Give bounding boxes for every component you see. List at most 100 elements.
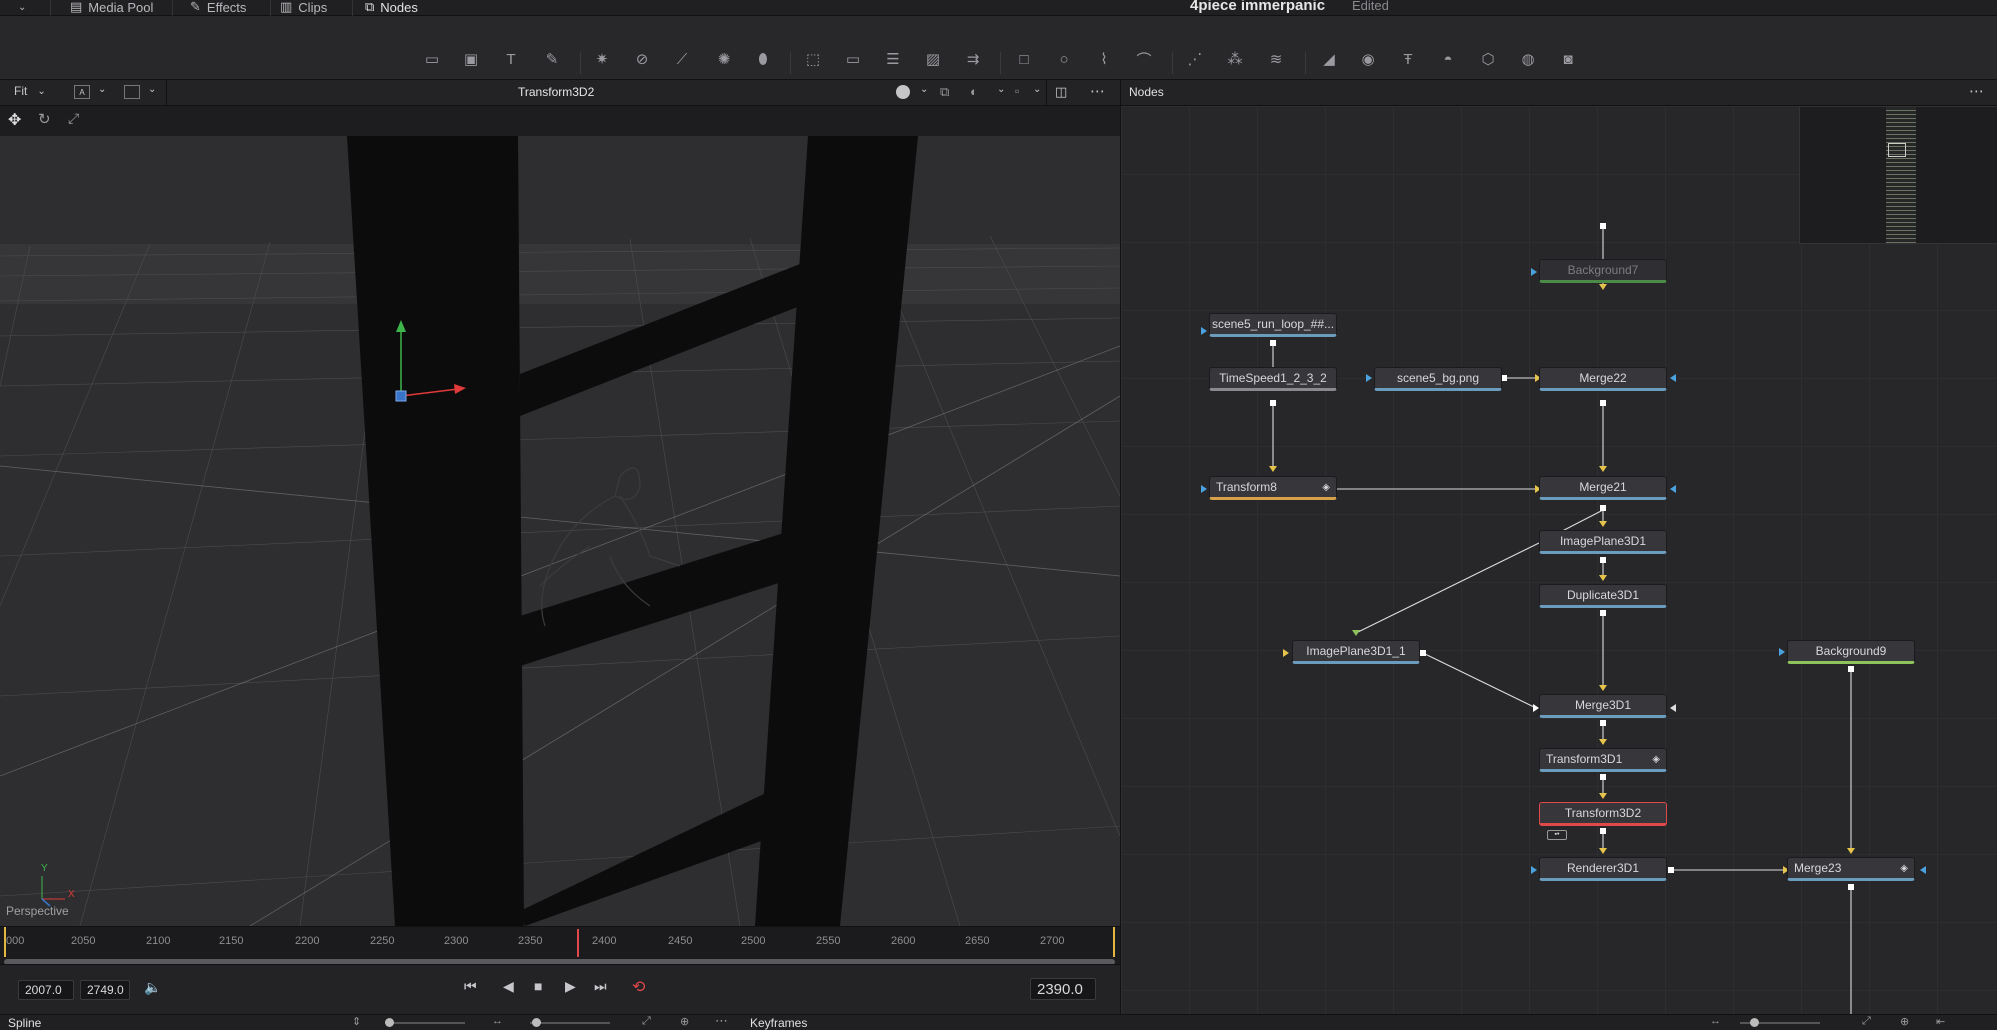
lut-icon[interactable]: [896, 85, 910, 99]
audio-icon[interactable]: 🔈: [144, 979, 161, 996]
node-transform8[interactable]: Transform8 ◈: [1209, 476, 1337, 500]
roi-icon[interactable]: [124, 85, 140, 99]
mask-icon[interactable]: ◐: [970, 84, 978, 99]
renderer3d-icon[interactable]: ◙: [1557, 48, 1579, 70]
channel-icon[interactable]: A: [74, 85, 90, 99]
zoom-icon[interactable]: ⊕: [680, 1015, 689, 1028]
chevron-down-icon[interactable]: ⌄: [98, 84, 106, 95]
loader-tool-icon[interactable]: ▣: [460, 48, 482, 70]
stereo-icon[interactable]: ⧉: [940, 84, 949, 100]
start-frame-field[interactable]: 2007.0: [18, 980, 74, 1000]
chevron-down-icon[interactable]: ⌄: [920, 84, 928, 95]
stack-tool-icon[interactable]: ☰: [882, 48, 904, 70]
particles-tool-icon[interactable]: ✷: [591, 48, 613, 70]
viewer-node-name: Transform3D2: [518, 85, 595, 99]
play-reverse-icon[interactable]: ◀: [503, 978, 514, 995]
rect-tool-icon[interactable]: ⬚: [802, 48, 824, 70]
chevron-down-icon[interactable]: ⌄: [148, 84, 156, 95]
more-options-icon[interactable]: ⋯: [1969, 82, 1984, 100]
node-merge21[interactable]: Merge21: [1539, 476, 1667, 500]
particle-kill-icon[interactable]: ≋: [1265, 48, 1287, 70]
chevron-down-icon[interactable]: ⌄: [997, 84, 1005, 95]
rectangle-mask-icon[interactable]: □: [1013, 48, 1035, 70]
top-bar: ⌄ ▤ Media Pool ✎ Effects ▥ Clips ⧉ Nodes 4pi…: [0, 0, 1997, 16]
polygon-mask-icon[interactable]: ⌇: [1093, 48, 1115, 70]
keyframes-width-icon[interactable]: ↔: [1710, 1015, 1721, 1027]
spline-width-slider[interactable]: [530, 1022, 610, 1024]
split-view-icon[interactable]: ◫: [1055, 84, 1067, 100]
node-minimap[interactable]: [1799, 106, 1997, 245]
chevron-down-icon: ⌄: [18, 1, 27, 13]
brush-tool-icon[interactable]: ⟋: [671, 48, 693, 70]
3d-viewport[interactable]: Y X Perspective: [0, 136, 1120, 926]
fit-icon[interactable]: ⤢: [1862, 1015, 1871, 1028]
spline-width-icon[interactable]: ↔: [492, 1015, 503, 1027]
ink-tool-icon[interactable]: ⊘: [631, 48, 653, 70]
drop-tool-icon[interactable]: ⬮: [752, 48, 774, 70]
spline-zoom-icon[interactable]: ⇕: [352, 1015, 361, 1028]
grid-icon[interactable]: ▫: [1015, 84, 1019, 98]
background-tool-icon[interactable]: ▭: [421, 48, 443, 70]
glow-tool-icon[interactable]: ✺: [713, 48, 735, 70]
more-options-icon[interactable]: ⋯: [715, 1013, 728, 1029]
sequence-tool-icon[interactable]: ⇉: [962, 48, 984, 70]
playhead[interactable]: [577, 929, 579, 957]
viewer-header: Fit ⌄ A ⌄ ⌄ Transform3D2 ⌄ ⧉ ◐ ⌄ ▫ ⌄ ◫ ⋯: [0, 80, 1120, 106]
emitter-tool-icon[interactable]: ⋰: [1184, 48, 1206, 70]
light3d-icon[interactable]: ◍: [1517, 48, 1539, 70]
current-frame-field[interactable]: 2390.0: [1030, 978, 1096, 1000]
go-to-start-icon[interactable]: ⏮: [464, 978, 477, 995]
zoom-icon[interactable]: ⊕: [1900, 1015, 1909, 1028]
imageplane3d-icon[interactable]: ◢: [1318, 48, 1340, 70]
media-pool-button[interactable]: ▤ Media Pool: [70, 0, 153, 16]
fit-icon[interactable]: ⤢: [642, 1015, 651, 1028]
move-icon[interactable]: ✥: [8, 110, 21, 130]
end-frame-field[interactable]: 2749.0: [80, 980, 130, 1000]
node-renderer3d1[interactable]: Renderer3D1: [1539, 857, 1667, 881]
rotate-icon[interactable]: ↻: [38, 110, 51, 128]
ellipse-mask-icon[interactable]: ○: [1053, 48, 1075, 70]
node-graph[interactable]: Background7 scene5_run_loop_##... TimeSp…: [1120, 106, 1997, 1014]
node-imageplane3d1-1[interactable]: ImagePlane3D1_1: [1292, 640, 1420, 664]
node-transform3d2[interactable]: Transform3D2: [1539, 802, 1667, 826]
node-merge23[interactable]: Merge23 ◈: [1787, 857, 1915, 881]
node-duplicate3d1[interactable]: Duplicate3D1: [1539, 584, 1667, 608]
spline-zoom-slider[interactable]: [385, 1022, 465, 1024]
node-merge22[interactable]: Merge22: [1539, 367, 1667, 391]
range-icon[interactable]: ⇤: [1936, 1015, 1945, 1028]
node-merge3d1[interactable]: Merge3D1: [1539, 694, 1667, 718]
chevron-down-icon[interactable]: ⌄: [1033, 84, 1041, 95]
keyframes-tab[interactable]: Keyframes: [750, 1016, 807, 1030]
node-transform3d1[interactable]: Transform3D1 ◈: [1539, 748, 1667, 772]
paint-tool-icon[interactable]: ✎: [541, 48, 563, 70]
loop-icon[interactable]: ⟲: [632, 977, 645, 997]
text-tool-icon[interactable]: T: [500, 48, 522, 70]
go-to-end-icon[interactable]: ⏭: [594, 978, 607, 995]
stop-icon[interactable]: ■: [534, 978, 542, 994]
zoom-dropdown[interactable]: Fit ⌄: [14, 84, 46, 98]
node-timespeed[interactable]: TimeSpeed1_2_3_2: [1209, 367, 1337, 391]
card-tool-icon[interactable]: ▭: [842, 48, 864, 70]
cube3d-icon[interactable]: ⬡: [1477, 48, 1499, 70]
particle-render-icon[interactable]: ⁂: [1224, 48, 1246, 70]
text3d-icon[interactable]: Ŧ: [1397, 48, 1419, 70]
play-forward-icon[interactable]: ▶: [565, 978, 576, 995]
more-options-icon[interactable]: ⋯: [1090, 82, 1105, 100]
panel-toggle-button[interactable]: ⌄: [18, 0, 26, 16]
spline-tab[interactable]: Spline: [8, 1016, 41, 1030]
node-imageplane3d1[interactable]: ImagePlane3D1: [1539, 530, 1667, 554]
merge3d-icon[interactable]: ◓: [1437, 48, 1459, 70]
image-tool-icon[interactable]: ▨: [922, 48, 944, 70]
node-background7[interactable]: Background7: [1539, 259, 1667, 283]
effects-button[interactable]: ✎ Effects: [190, 0, 246, 16]
shape3d-icon[interactable]: ◉: [1357, 48, 1379, 70]
bspline-mask-icon[interactable]: ⌒: [1133, 48, 1155, 70]
clips-icon: ▥: [280, 0, 293, 14]
node-scene5-bg[interactable]: scene5_bg.png: [1374, 367, 1502, 391]
clips-button[interactable]: ▥ Clips: [280, 0, 327, 16]
time-ruler[interactable]: 000 2050 2100 2150 2200 2250 2300 2350 2…: [0, 926, 1120, 965]
nodes-button[interactable]: ⧉ Nodes: [365, 0, 418, 16]
scale-icon[interactable]: ⤢: [68, 110, 79, 127]
node-scene5-run-loop[interactable]: scene5_run_loop_##...: [1209, 313, 1337, 337]
node-background9[interactable]: Background9: [1787, 640, 1915, 664]
